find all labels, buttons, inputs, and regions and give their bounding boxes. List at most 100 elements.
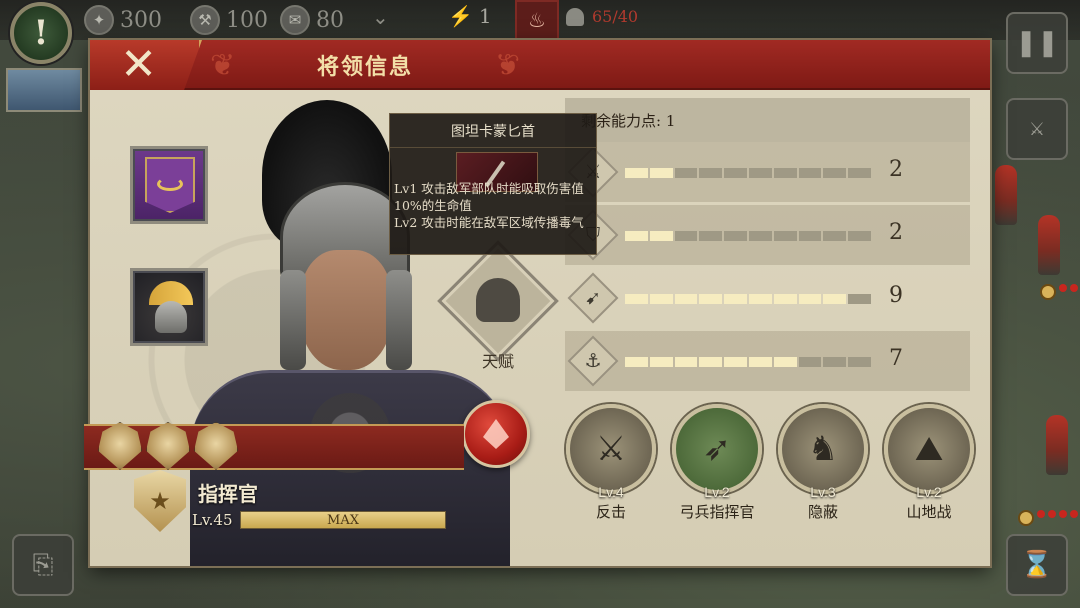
enemy-soldier[interactable] bbox=[1038, 215, 1060, 275]
stat-bar-segment bbox=[823, 357, 847, 367]
skill-level: Lv.2 bbox=[704, 484, 730, 500]
lightning-icon: ⚡ bbox=[448, 4, 473, 28]
laurel-right-icon: ❦ bbox=[495, 48, 521, 83]
stat-bar-segment bbox=[699, 231, 723, 241]
map-scroll-button[interactable]: ⎘ bbox=[12, 534, 74, 596]
stat-bar-segment bbox=[649, 168, 673, 178]
stat-bar-segment bbox=[748, 231, 772, 241]
skill-name: 山地战 bbox=[906, 503, 952, 521]
auto-battle-button[interactable]: ⚔ bbox=[1006, 98, 1068, 160]
stat-bar-segment bbox=[748, 168, 772, 178]
stat-bar bbox=[625, 168, 871, 178]
stat-bar-segment bbox=[748, 294, 772, 304]
tooltip-title: 图坦卡蒙匕首 bbox=[390, 114, 596, 148]
gem-icon bbox=[483, 419, 509, 449]
resource-gold: ✦ 300 bbox=[84, 5, 162, 35]
hud-dropdown[interactable]: ⌄ bbox=[372, 5, 389, 29]
item-tooltip: 图坦卡蒙匕首 Lv1 攻击敌军部队时能吸取伤害值 10%的生命值 Lv2 攻击时… bbox=[389, 113, 597, 255]
stat-bar-segment bbox=[699, 294, 723, 304]
stat-bar-segment bbox=[699, 168, 723, 178]
stat-bar-segment bbox=[773, 357, 797, 367]
enemy-soldier[interactable] bbox=[1046, 415, 1068, 475]
chevron-down-icon: ⌄ bbox=[372, 5, 389, 29]
stat-bar-segment bbox=[649, 231, 673, 241]
stat-bar-segment bbox=[798, 357, 822, 367]
hourglass-button[interactable]: ⌛ bbox=[1006, 534, 1068, 596]
skill-level: Lv.3 bbox=[810, 484, 836, 500]
unit-health-pips bbox=[1018, 510, 1078, 526]
stat-bar-segment bbox=[773, 231, 797, 241]
stat-bar-segment bbox=[724, 294, 747, 304]
enemy-soldier[interactable] bbox=[995, 165, 1017, 225]
stat-bar bbox=[625, 357, 871, 367]
stat-row-defense[interactable]: ⛉ 2 bbox=[565, 205, 970, 265]
stat-bar-segment bbox=[674, 357, 698, 367]
skill-level: Lv.2 bbox=[916, 484, 942, 500]
commander-level: Lv.45 bbox=[192, 511, 233, 529]
stat-bar-segment bbox=[823, 168, 847, 178]
skill-name: 弓兵指挥官 bbox=[679, 503, 755, 521]
mountain-warfare-icon: ⛰ bbox=[914, 429, 944, 469]
red-gem-button[interactable] bbox=[462, 400, 530, 468]
stat-bar-segment bbox=[848, 294, 871, 304]
counterattack-icon: ⚔ bbox=[595, 429, 627, 469]
hourglass-icon: ⌛ bbox=[1020, 550, 1054, 580]
stat-bar-segment bbox=[848, 231, 871, 241]
bow-icon: ➹ bbox=[585, 287, 601, 309]
stat-bar-segment bbox=[848, 357, 871, 367]
exclamation-icon: ! bbox=[33, 13, 49, 53]
skill-counterattack[interactable]: ⚔ bbox=[566, 404, 656, 494]
minimap[interactable] bbox=[6, 68, 82, 112]
stat-value: 7 bbox=[889, 346, 903, 371]
stat-row-attack[interactable]: ⚔ 2 bbox=[565, 142, 970, 202]
stat-bar-segment bbox=[848, 168, 871, 178]
fire-icon[interactable]: ♨ bbox=[515, 0, 559, 40]
skill-name: 隐蔽 bbox=[807, 503, 838, 521]
pause-button[interactable]: ❚❚ bbox=[1006, 12, 1068, 74]
stat-bar-segment bbox=[699, 357, 723, 367]
crossed-swords-icon: ⚔ bbox=[1028, 118, 1046, 140]
skill-level: Lv.4 bbox=[598, 484, 624, 500]
unit-health-pips bbox=[1040, 284, 1080, 300]
pause-icon: ❚❚ bbox=[1015, 28, 1059, 58]
stat-bar-segment bbox=[823, 294, 847, 304]
resource-gold-value: 300 bbox=[120, 7, 162, 33]
stat-bar-segment bbox=[748, 357, 772, 367]
legion-helmet-icon bbox=[476, 278, 520, 322]
experience-label: MAX bbox=[327, 513, 359, 528]
stat-value: 2 bbox=[889, 220, 903, 245]
resource-scroll-value: 80 bbox=[316, 7, 344, 33]
tooltip-line-3: Lv2 攻击时能在敌军区域传播毒气 bbox=[394, 215, 584, 230]
resource-wood-value: 100 bbox=[226, 7, 268, 33]
stat-bar bbox=[625, 231, 871, 241]
resource-scroll: ✉ 80 bbox=[280, 5, 344, 35]
commander-title: 指挥官 bbox=[198, 482, 258, 506]
stat-bar-segment bbox=[724, 168, 747, 178]
stat-bar-segment bbox=[798, 168, 822, 178]
scroll-icon: ✉ bbox=[280, 5, 310, 35]
skill-name: 反击 bbox=[595, 503, 626, 521]
stat-bar-segment bbox=[674, 294, 698, 304]
stat-value: 2 bbox=[889, 157, 903, 182]
stat-bar-segment bbox=[773, 294, 797, 304]
stat-bar-segment bbox=[674, 168, 698, 178]
quest-alert-button[interactable]: ! bbox=[10, 2, 72, 64]
remaining-points-header: 剩余能力点: 1 bbox=[565, 98, 970, 142]
stat-row-naval[interactable]: ⚓ 7 bbox=[565, 331, 970, 391]
skill-archer-commander[interactable]: ➶ bbox=[672, 404, 762, 494]
coin-icon: ✦ bbox=[84, 5, 114, 35]
person-icon bbox=[566, 7, 584, 26]
resource-wood: ⚒ 100 bbox=[190, 5, 268, 35]
panel-title: 将领信息 bbox=[316, 54, 413, 80]
experience-bar: MAX bbox=[240, 511, 446, 529]
stat-bar-segment bbox=[798, 294, 822, 304]
stat-bar-segment bbox=[649, 357, 673, 367]
axe-icon: ⚒ bbox=[190, 5, 220, 35]
stat-bar-segment bbox=[625, 357, 648, 367]
skill-concealment[interactable]: ♞ bbox=[778, 404, 868, 494]
skill-mountain-warfare[interactable]: ⛰ bbox=[884, 404, 974, 494]
stat-bar-segment bbox=[649, 294, 673, 304]
talent-label: 天赋 bbox=[481, 352, 514, 371]
stat-row-ranged[interactable]: ➹ 9 bbox=[565, 268, 970, 328]
stat-bar-segment bbox=[724, 357, 747, 367]
